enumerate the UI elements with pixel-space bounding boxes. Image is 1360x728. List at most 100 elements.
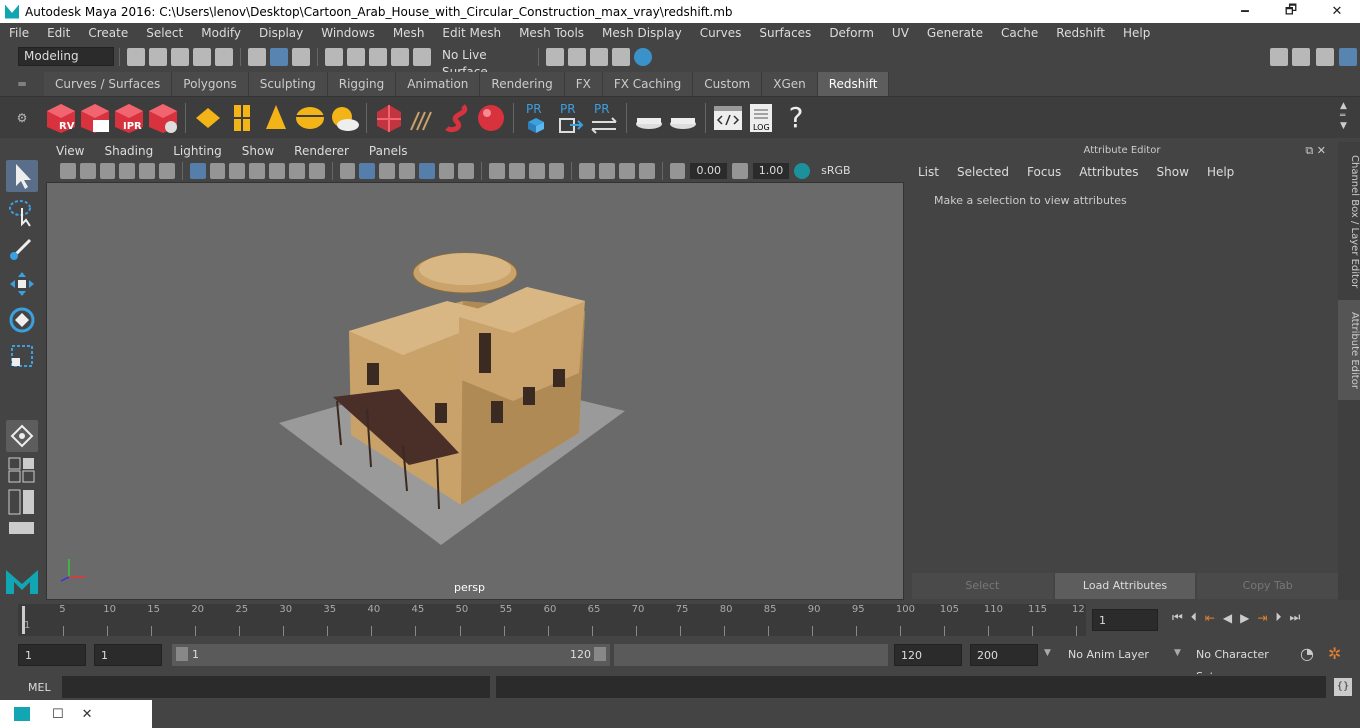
rotate-tool-icon[interactable] [6,304,38,336]
redshift-sun-sky-icon[interactable] [328,102,360,134]
float-panel-icon[interactable]: ⧉ ✕ [1305,144,1326,158]
snap-view-plane-icon[interactable] [391,47,409,66]
anim-layer-selector[interactable]: No Anim Layer [1062,644,1164,666]
layout-quad-icon[interactable] [6,456,38,484]
step-forward-frame-icon[interactable]: ⏵ [1275,610,1281,625]
menu-curves[interactable]: Curves [691,23,751,43]
menu-display[interactable]: Display [250,23,312,43]
snap-grid-icon[interactable] [325,47,343,66]
motion-blur-icon[interactable] [509,163,525,179]
scale-tool-icon[interactable] [6,340,38,372]
current-time-indicator[interactable] [22,606,25,634]
range-start-handle[interactable] [176,647,188,661]
playback-start-field[interactable]: 1 [94,644,162,666]
viewport-menu-renderer[interactable]: Renderer [284,142,359,160]
layout-outliner-persp-icon[interactable] [6,488,38,516]
xray-joints-icon[interactable] [619,163,635,179]
camera-select-icon[interactable] [60,163,76,179]
redshift-script-editor-icon[interactable] [712,102,744,134]
select-hierarchy-icon[interactable] [248,47,266,66]
go-to-start-icon[interactable]: ⏮ [1172,610,1183,625]
menu-redshift[interactable]: Redshift [1047,23,1114,43]
redshift-mesh-light-icon[interactable] [373,102,405,134]
close-button[interactable]: ✕ [1314,0,1360,23]
render-settings-icon[interactable] [612,47,630,66]
channel-box-tab[interactable]: Channel Box / Layer Editor [1338,152,1360,292]
image-plane-icon[interactable] [119,163,136,179]
smooth-shade-icon[interactable] [359,163,376,179]
menu-create[interactable]: Create [79,23,137,43]
tab-polygons[interactable]: Polygons [172,72,249,96]
minimize-button[interactable]: 🗕 [1222,0,1268,23]
viewport-menu-shading[interactable]: Shading [94,142,163,160]
redshift-hair-icon[interactable] [407,102,439,134]
tool-settings-toggle-icon[interactable] [1316,47,1334,66]
near-clip-field[interactable]: 0.00 [690,163,727,179]
menu-windows[interactable]: Windows [312,23,384,43]
perspective-viewport[interactable]: persp [46,182,904,600]
play-forwards-icon[interactable]: ▶ [1240,611,1249,625]
camera-exposure-icon[interactable] [669,163,686,179]
load-attributes-button[interactable]: Load Attributes [1054,573,1196,599]
anti-aliasing-icon[interactable] [528,163,545,179]
snap-point-icon[interactable] [369,47,387,66]
tab-rigging[interactable]: Rigging [327,72,397,96]
viewport-menu-panels[interactable]: Panels [359,142,418,160]
character-set-dropdown-icon[interactable]: ▼ [1174,648,1181,658]
menu-help[interactable]: Help [1114,23,1159,43]
last-tool-icon[interactable] [6,420,38,452]
animation-preferences-icon[interactable]: ✲ [1328,644,1341,663]
snap-curve-icon[interactable] [347,47,365,66]
auto-key-icon[interactable]: ◔ [1300,644,1314,663]
menu-select[interactable]: Select [137,23,192,43]
open-scene-icon[interactable] [149,47,167,66]
xray-icon[interactable] [599,163,616,179]
attr-menu-focus[interactable]: Focus [1015,160,1067,184]
current-frame-field[interactable]: 1 [1092,609,1158,631]
safe-title-icon[interactable] [308,163,325,179]
move-tool-icon[interactable] [6,268,38,300]
wireframe-icon[interactable] [339,163,356,179]
attr-menu-selected[interactable]: Selected [945,160,1015,184]
range-bar[interactable]: 1 120 [172,644,610,666]
tab-sculpting[interactable]: Sculpting [248,72,328,96]
menu-cache[interactable]: Cache [992,23,1047,43]
menu-generate[interactable]: Generate [918,23,992,43]
redshift-cone-light-icon[interactable] [260,102,292,134]
animation-end-field[interactable]: 200 [970,644,1038,666]
anim-layer-dropdown-icon[interactable]: ▼ [1044,648,1051,658]
far-clip-field[interactable]: 1.00 [752,163,790,179]
restore-window-icon[interactable]: ☐ [52,707,64,722]
isolate-select-icon[interactable] [579,163,596,179]
select-tool-icon[interactable] [6,160,38,192]
redshift-log-icon[interactable]: LOG [746,102,778,134]
bookmark-icon[interactable] [99,163,116,179]
menu-deform[interactable]: Deform [820,23,883,43]
close-window-icon[interactable]: ✕ [82,707,93,722]
hypershade-icon[interactable] [634,47,652,66]
play-backwards-icon[interactable]: ◀ [1223,611,1232,625]
attr-menu-help[interactable]: Help [1195,160,1240,184]
screen-space-ao-icon[interactable] [489,163,506,179]
redshift-help-icon[interactable]: ? [780,101,812,134]
lasso-tool-icon[interactable] [6,196,38,228]
attr-menu-show[interactable]: Show [1145,160,1195,184]
script-language-label[interactable]: MEL [28,681,51,694]
redshift-render-settings-icon[interactable] [147,102,179,134]
menu-uv[interactable]: UV [883,23,918,43]
tab-redshift[interactable]: Redshift [817,72,890,96]
redshift-pr-icon-3[interactable]: PR [588,102,620,134]
shelf-menu-icon[interactable]: ═ [0,72,44,96]
copy-tab-button[interactable]: Copy Tab [1197,573,1339,599]
menu-edit[interactable]: Edit [38,23,79,43]
select-component-icon[interactable] [292,47,310,66]
select-object-icon[interactable] [270,47,288,66]
safe-action-icon[interactable] [288,163,305,179]
redshift-grid-icon[interactable] [226,102,258,134]
shelf-scroll-icon[interactable]: ▲ ═ ▼ [1340,101,1347,131]
textured-icon[interactable] [418,163,435,179]
redshift-pr-icon-2[interactable]: PR [554,102,586,134]
grease-pencil-icon[interactable] [159,163,175,179]
select-button[interactable]: Select [912,573,1053,599]
attribute-editor-toggle-icon[interactable] [1339,47,1357,66]
